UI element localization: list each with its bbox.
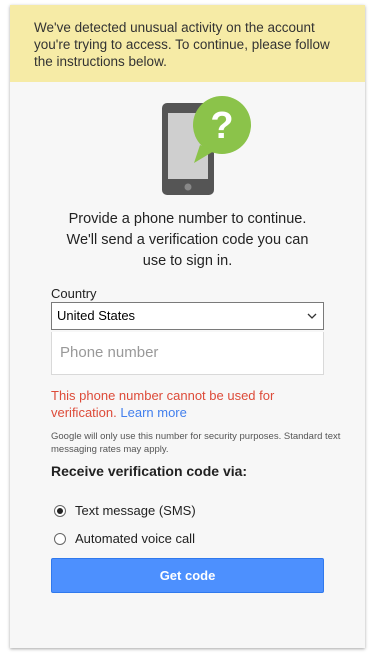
prompt-line-3: use to sign in.: [142, 253, 233, 269]
country-label: Country: [51, 286, 97, 301]
radio-voice-label: Automated voice call: [75, 531, 195, 546]
phone-error-message: This phone number cannot be used for ver…: [51, 387, 331, 421]
learn-more-link[interactable]: Learn more: [120, 405, 186, 420]
phone-question-icon: ?: [162, 96, 251, 195]
banner-text: We've detected unusual activity on the a…: [34, 20, 330, 69]
phone-number-placeholder: Phone number: [60, 344, 159, 361]
radio-sms-label: Text message (SMS): [75, 503, 196, 518]
chevron-down-icon: [307, 313, 317, 319]
radio-voice[interactable]: [54, 532, 66, 545]
radio-sms-option[interactable]: Text message (SMS): [54, 503, 196, 518]
verification-card: We've detected unusual activity on the a…: [10, 5, 365, 648]
country-select-value: United States: [57, 308, 136, 323]
prompt-line-1: Provide a phone number to continue.: [68, 211, 307, 227]
receive-via-label: Receive verification code via:: [51, 463, 248, 479]
instructions-text: Provide a phone number to continue. We'l…: [10, 209, 365, 272]
radio-voice-option[interactable]: Automated voice call: [54, 531, 195, 546]
phone-number-input[interactable]: Phone number: [51, 332, 324, 375]
prompt-line-2: We'll send a verification code you can: [66, 232, 309, 248]
radio-sms[interactable]: [54, 504, 66, 517]
question-mark: ?: [210, 105, 233, 147]
unusual-activity-banner: We've detected unusual activity on the a…: [10, 5, 365, 82]
get-code-button[interactable]: Get code: [51, 558, 324, 593]
country-select[interactable]: United States: [51, 302, 324, 330]
security-note: Google will only use this number for sec…: [51, 431, 341, 455]
